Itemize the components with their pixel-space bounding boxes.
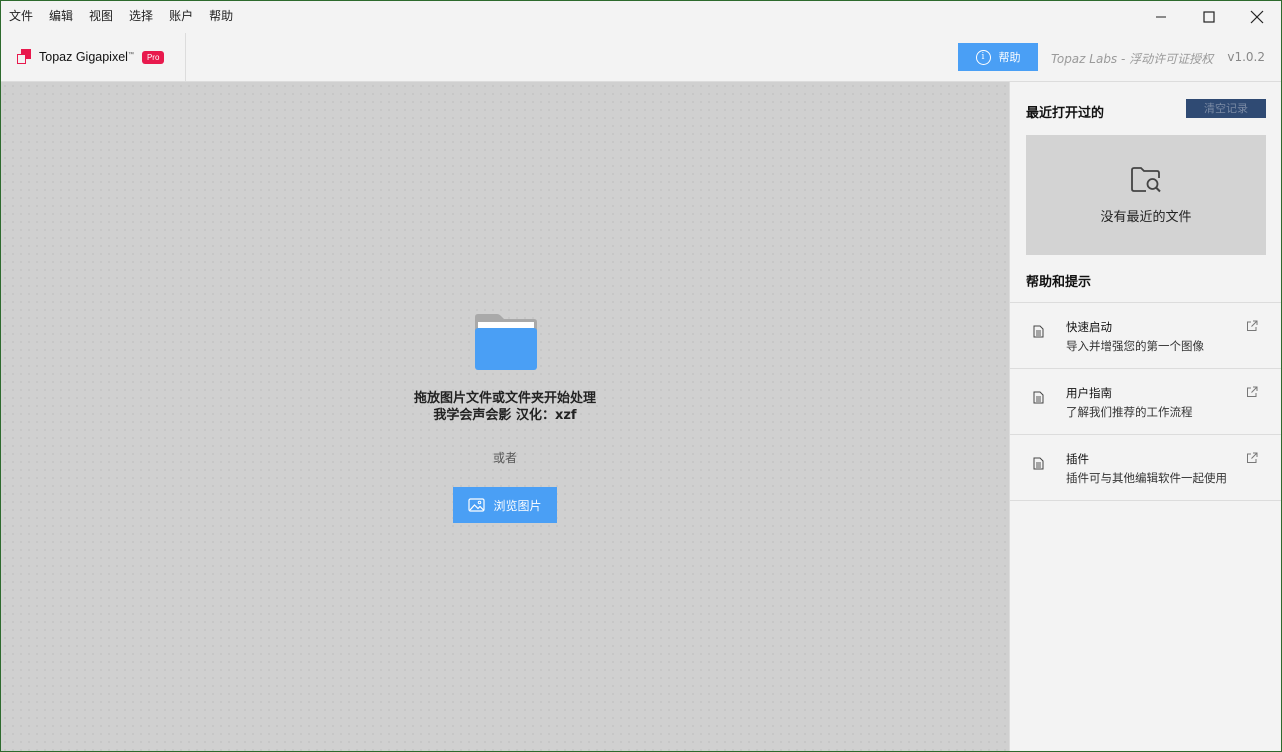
- help-item-title: 插件: [1066, 452, 1089, 466]
- menu-edit[interactable]: 编辑: [41, 1, 81, 33]
- browse-images-label: 浏览图片: [493, 498, 542, 513]
- window-controls: [1137, 1, 1281, 33]
- pro-badge: Pro: [141, 50, 165, 64]
- info-icon: i: [975, 49, 991, 65]
- app-window: 文件 编辑 视图 选择 账户 帮助 Topaz Gigapixel™ Pro i…: [1, 1, 1281, 751]
- menu-view[interactable]: 视图: [81, 1, 121, 33]
- maximize-icon: [1203, 11, 1215, 23]
- help-item-plugins[interactable]: 插件 插件可与其他编辑软件一起使用: [1010, 434, 1281, 501]
- menu-account[interactable]: 账户: [161, 1, 201, 33]
- topaz-logo-icon: [16, 49, 32, 65]
- document-icon: [1033, 325, 1044, 338]
- localization-credit: 我学会声会影 汉化：xzf: [433, 408, 577, 423]
- help-item-title: 用户指南: [1066, 386, 1112, 400]
- no-recent-files: 没有最近的文件: [1100, 210, 1192, 225]
- help-item-title: 快速启动: [1066, 320, 1112, 334]
- help-tips-title: 帮助和提示: [1026, 275, 1092, 290]
- close-icon: [1250, 10, 1264, 24]
- help-item-user-guide[interactable]: 用户指南 了解我们推荐的工作流程: [1010, 368, 1281, 434]
- help-item-desc: 了解我们推荐的工作流程: [1066, 405, 1193, 419]
- license-text: Topaz Labs - 浮动许可证授权: [1051, 52, 1214, 66]
- external-link-icon: [1247, 452, 1258, 463]
- version-label: v1.0.2: [1227, 50, 1265, 64]
- menu-bar: 文件 编辑 视图 选择 账户 帮助: [1, 1, 1281, 33]
- folder-search-icon: [1131, 167, 1161, 193]
- help-button-label: 帮助: [998, 51, 1021, 64]
- right-panel: 最近打开过的 清空记录 没有最近的文件 帮助和提示 快速启动 导入并增强您的第一…: [1009, 82, 1281, 751]
- document-icon: [1033, 391, 1044, 404]
- menu-file[interactable]: 文件: [1, 1, 41, 33]
- brand: Topaz Gigapixel™ Pro: [1, 33, 186, 81]
- folder-icon: [475, 314, 537, 370]
- help-item-quick-start[interactable]: 快速启动 导入并增强您的第一个图像: [1010, 302, 1281, 368]
- external-link-icon: [1247, 320, 1258, 331]
- document-icon: [1033, 457, 1044, 470]
- maximize-button[interactable]: [1185, 1, 1233, 33]
- minimize-icon: [1156, 16, 1166, 18]
- close-button[interactable]: [1233, 1, 1281, 33]
- browse-images-button[interactable]: 浏览图片: [453, 487, 557, 523]
- menu-help[interactable]: 帮助: [201, 1, 241, 33]
- drop-title: 拖放图片文件或文件夹开始处理: [413, 391, 596, 406]
- recent-title: 最近打开过的: [1026, 106, 1105, 121]
- help-item-desc: 插件可与其他编辑软件一起使用: [1066, 471, 1227, 485]
- app-header: Topaz Gigapixel™ Pro i 帮助 Topaz Labs - 浮…: [1, 33, 1281, 82]
- help-button[interactable]: i 帮助: [958, 43, 1038, 71]
- external-link-icon: [1247, 386, 1258, 397]
- menu-select[interactable]: 选择: [121, 1, 161, 33]
- drop-area[interactable]: 拖放图片文件或文件夹开始处理 我学会声会影 汉化：xzf 或者 浏览图片: [1, 82, 1009, 751]
- image-icon: [468, 498, 486, 512]
- minimize-button[interactable]: [1137, 1, 1185, 33]
- help-list: 快速启动 导入并增强您的第一个图像 用户指南 了解我们推荐的工作流程 插件 插件…: [1010, 302, 1281, 501]
- recent-files-box: 没有最近的文件: [1026, 135, 1266, 255]
- help-item-desc: 导入并增强您的第一个图像: [1066, 339, 1204, 353]
- clear-recent-button[interactable]: 清空记录: [1186, 99, 1266, 118]
- product-name: Topaz Gigapixel™: [39, 50, 134, 64]
- drop-instructions: 拖放图片文件或文件夹开始处理 我学会声会影 汉化：xzf: [1, 390, 1009, 424]
- or-separator: 或者: [492, 451, 517, 465]
